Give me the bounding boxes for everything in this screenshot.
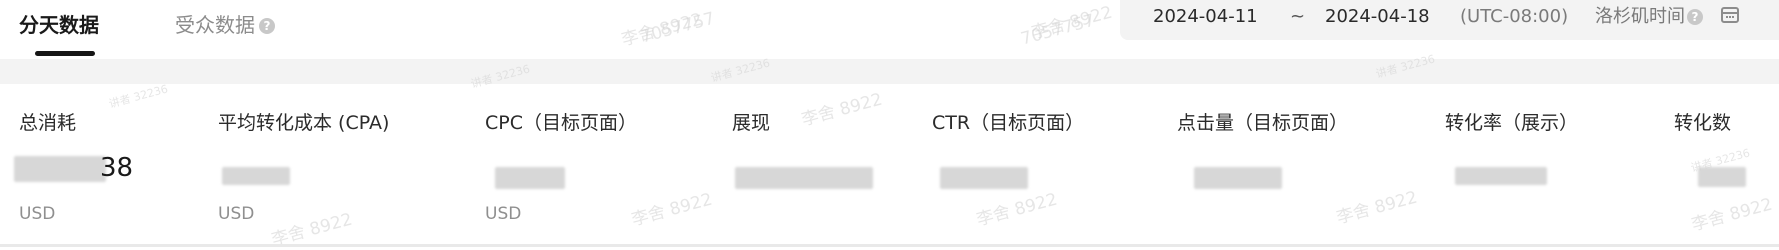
top-bar: 分天数据 受众数据? 2024-04-11 ~ 2024-04-18 (UTC-… <box>0 0 1779 60</box>
blurred-value <box>14 156 106 182</box>
blurred-value <box>1194 167 1282 189</box>
blurred-value <box>222 167 290 185</box>
help-icon[interactable]: ? <box>259 18 275 34</box>
timezone-name: 洛杉矶时间 <box>1595 6 1685 27</box>
metric-unit: USD <box>218 204 255 224</box>
active-tab-indicator <box>35 51 95 56</box>
timezone-offset: (UTC-08:00) <box>1460 6 1569 27</box>
metric-label: 转化率（展示） <box>1445 112 1579 134</box>
metric-value-visible: 38 <box>100 153 134 183</box>
calendar-icon[interactable] <box>1721 7 1739 23</box>
divider-strip <box>0 59 1779 84</box>
date-start[interactable]: 2024-04-11 <box>1153 5 1258 29</box>
date-end[interactable]: 2024-04-18 <box>1325 5 1430 29</box>
date-separator: ~ <box>1290 6 1306 27</box>
metric-label: CTR（目标页面） <box>932 112 1085 134</box>
blurred-value <box>495 167 565 189</box>
watermark: 李舍 8922 <box>1689 194 1775 236</box>
watermark: 李舍 8922 <box>799 89 885 131</box>
timezone-help-icon[interactable]: ? <box>1687 9 1703 25</box>
tab-daily-data[interactable]: 分天数据 <box>19 8 99 42</box>
tab-audience-label: 受众数据 <box>175 13 255 37</box>
blurred-value <box>1698 167 1746 187</box>
tab-audience-data[interactable]: 受众数据? <box>175 8 275 42</box>
blurred-value <box>1455 167 1547 185</box>
metric-label: 转化数 <box>1674 112 1732 134</box>
metric-label: 展现 <box>732 112 771 134</box>
watermark: 讲者 32236 <box>107 82 170 111</box>
metric-label: CPC（目标页面） <box>485 112 637 134</box>
metric-unit: USD <box>485 204 522 224</box>
blurred-value <box>735 167 873 189</box>
blurred-value <box>940 167 1028 189</box>
watermark: 李舍 8922 <box>629 189 715 231</box>
metric-unit: USD <box>19 204 56 224</box>
metric-label: 点击量（目标页面） <box>1177 112 1349 134</box>
watermark: 李舍 8922 <box>974 189 1060 231</box>
metric-label: 平均转化成本 (CPA) <box>218 112 390 134</box>
date-range-picker[interactable]: 2024-04-11 ~ 2024-04-18 (UTC-08:00) 洛杉矶时… <box>1120 0 1779 40</box>
metric-label: 总消耗 <box>19 112 77 134</box>
watermark: 李舍 8922 <box>1334 187 1420 229</box>
